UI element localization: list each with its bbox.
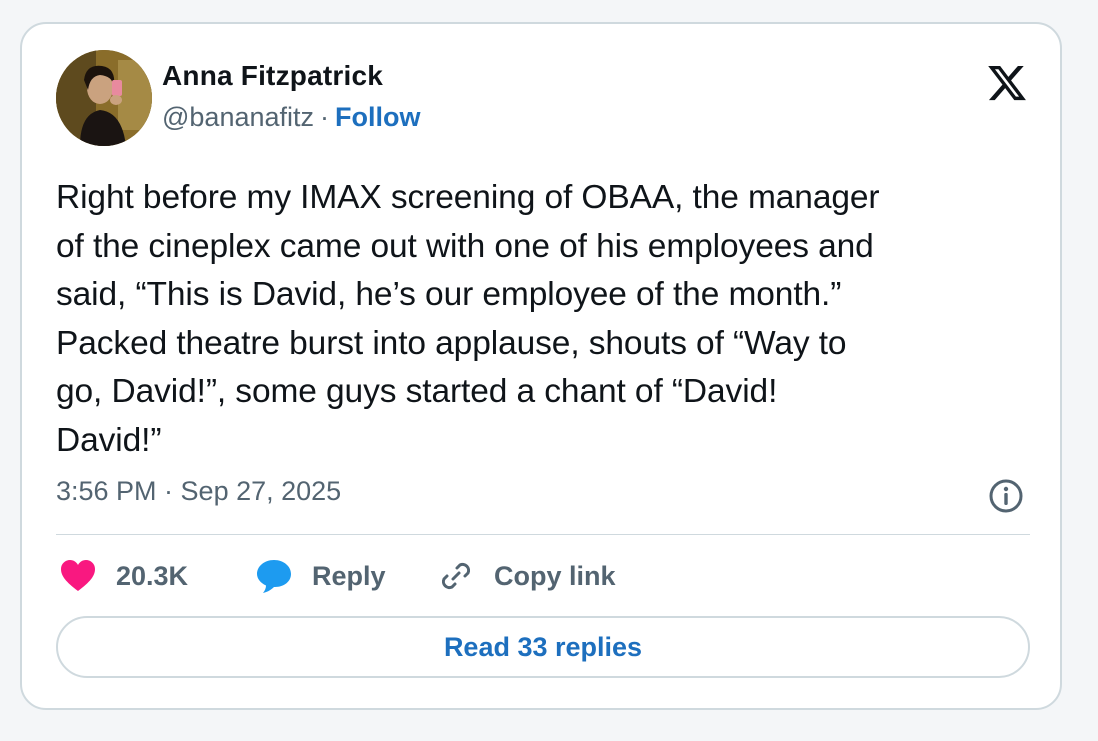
like-button[interactable]: 20.3K: [58, 556, 188, 596]
divider: [56, 534, 1030, 535]
copy-link-button[interactable]: Copy link: [436, 556, 616, 596]
handle-row: @bananafitz · Follow: [162, 102, 421, 133]
read-replies-button[interactable]: Read 33 replies: [56, 616, 1030, 678]
info-icon[interactable]: [988, 478, 1024, 514]
reply-button[interactable]: Reply: [254, 556, 386, 596]
speech-bubble-icon: [254, 556, 294, 596]
avatar-image: [56, 50, 152, 146]
follow-button[interactable]: Follow: [335, 102, 420, 132]
tweet-timestamp[interactable]: 3:56 PM · Sep 27, 2025: [56, 476, 341, 507]
copy-link-label: Copy link: [494, 560, 616, 591]
like-count: 20.3K: [116, 560, 189, 591]
avatar[interactable]: [56, 50, 152, 146]
link-icon: [436, 556, 476, 596]
tweet-card: Anna Fitzpatrick @bananafitz · Follow Righ…: [20, 22, 1062, 710]
tweet-text: Right before my IMAX screening of OBAA, …: [56, 179, 880, 459]
handle-separator: ·: [320, 102, 330, 132]
x-logo-icon[interactable]: [986, 62, 1028, 104]
author-name[interactable]: Anna Fitzpatrick: [162, 60, 383, 92]
heart-icon: [58, 556, 98, 596]
author-handle[interactable]: @bananafitz: [162, 102, 314, 132]
reply-label: Reply: [312, 560, 386, 591]
